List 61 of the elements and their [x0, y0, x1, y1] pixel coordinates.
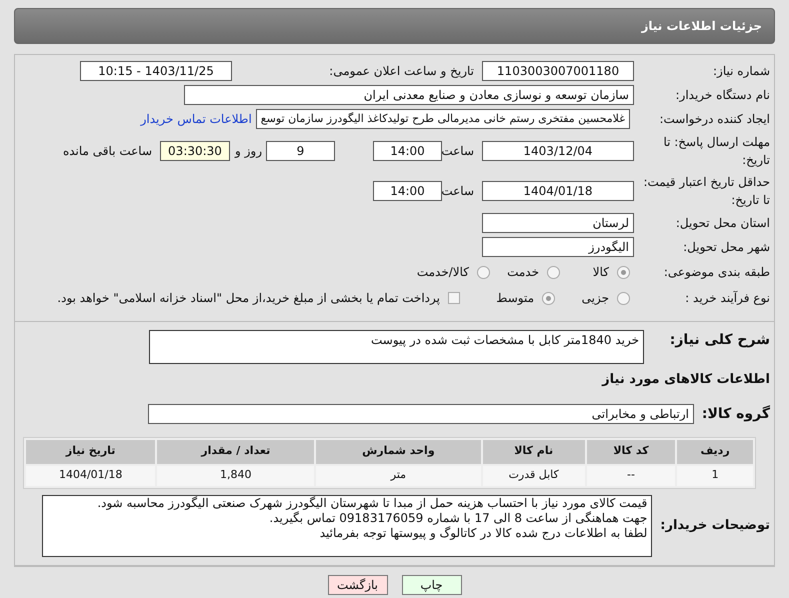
field-label: گروه کالا: [702, 406, 770, 422]
field-text: پرداخت تمام یا بخشی از مبلغ خرید،از محل "اسناد خزانه اسلامی" خواهد بود. [57, 290, 440, 307]
text-field[interactable]: ارتباطی و مخابراتی [148, 404, 694, 424]
field-label: شهر محل تحویل: [683, 240, 770, 254]
field-label: نام دستگاه خریدار: [676, 88, 770, 102]
radio-button[interactable] [547, 266, 560, 278]
column-header: تعداد / مقدار [157, 440, 314, 464]
column-header: تاریخ نیاز [26, 440, 156, 464]
radio-button[interactable] [542, 292, 555, 304]
field-text: کالا/خدمت [416, 264, 469, 281]
radio-button[interactable] [477, 266, 490, 278]
text-field[interactable]: 03:30:30 [160, 141, 230, 161]
field-label: توضیحات خریدار: [660, 518, 770, 533]
field-label: حداقل تاریخ اعتبار قیمت: تا تاریخ: [643, 175, 770, 207]
table-cell: متر [316, 466, 481, 486]
checkbox[interactable] [448, 292, 460, 304]
table-cell: -- [586, 466, 676, 486]
text-field[interactable]: 1403/11/25 - 10:15 [80, 61, 232, 81]
field-text: ساعت باقی مانده [62, 144, 152, 158]
field-text: ساعت [441, 144, 474, 158]
text-field[interactable]: 1404/01/18 [482, 181, 634, 201]
back-button[interactable]: بازگشت [328, 574, 388, 594]
text-field[interactable]: غلامحسین مفتخری رستم خانی مدیرمالی طرح تولیدکاغذ الیگودرز سازمان توسع [256, 109, 630, 129]
field-text: کالا [592, 264, 609, 281]
section-title: اطلاعات کالاهای مورد نیاز [602, 372, 770, 387]
table-cell: 1,840 [157, 466, 314, 486]
field-text: تاریخ و ساعت اعلان عمومی: [329, 64, 474, 78]
field-label: مهلت ارسال پاسخ: تا تاریخ: [663, 135, 770, 167]
description-textarea[interactable]: خرید 1840متر کابل با مشخصات ثبت شده در پیوست [149, 330, 644, 364]
column-header: واحد شمارش [316, 440, 481, 464]
field-text: روز و [235, 144, 262, 158]
field-label: شرح کلی نیاز: [670, 332, 770, 348]
print-button[interactable]: چاپ [402, 574, 462, 594]
text-field[interactable]: لرستان [482, 213, 634, 233]
text-field[interactable]: 1103003007001180 [482, 61, 634, 81]
text-field[interactable]: الیگودرز [482, 237, 634, 257]
text-field[interactable]: 14:00 [373, 181, 442, 201]
contact-link[interactable]: اطلاعات تماس خریدار [140, 110, 252, 128]
page-title: جزئیات اطلاعات نیاز [641, 18, 762, 35]
radio-button[interactable] [617, 292, 630, 304]
field-text: متوسط [496, 290, 534, 307]
table-cell: کابل قدرت [482, 466, 585, 486]
notes-textarea[interactable]: قیمت کالای مورد نیاز با احتساب هزینه حمل از مبدا تا شهرستان الیگودرز شهرک صنعتی الیگودرز محاسبه شود. جهت هماهنگی از ساعت 8 الی 17 با شماره 09183176059 تماس بگیرید. لطفا به اطلاعات درج شده کالا در کاتالوگ و پیوستها توجه بفرمائید [42, 494, 652, 556]
field-text: خدمت [507, 264, 539, 281]
field-text: ساعت [441, 184, 474, 198]
radio-button[interactable] [617, 266, 630, 278]
field-label: شماره نیاز: [713, 64, 770, 78]
table-cell: 1 [677, 466, 753, 486]
text-field[interactable]: 14:00 [373, 141, 442, 161]
text-field[interactable]: 1403/12/04 [482, 141, 634, 161]
column-header: نام کالا [482, 440, 585, 464]
field-text: جزیی [582, 290, 609, 307]
table-cell: 1404/01/18 [26, 466, 156, 486]
text-field[interactable]: 9 [266, 141, 335, 161]
field-label: ایجاد کننده درخواست: [659, 112, 770, 126]
column-header: کد کالا [586, 440, 676, 464]
field-label: طبقه بندی موضوعی: [664, 265, 770, 279]
column-header: ردیف [677, 440, 753, 464]
text-field[interactable]: سازمان توسعه و نوسازی معادن و صنایع معدنی ایران [184, 85, 634, 105]
field-label: استان محل تحویل: [676, 216, 770, 230]
field-label: نوع فرآیند خرید : [685, 291, 770, 305]
